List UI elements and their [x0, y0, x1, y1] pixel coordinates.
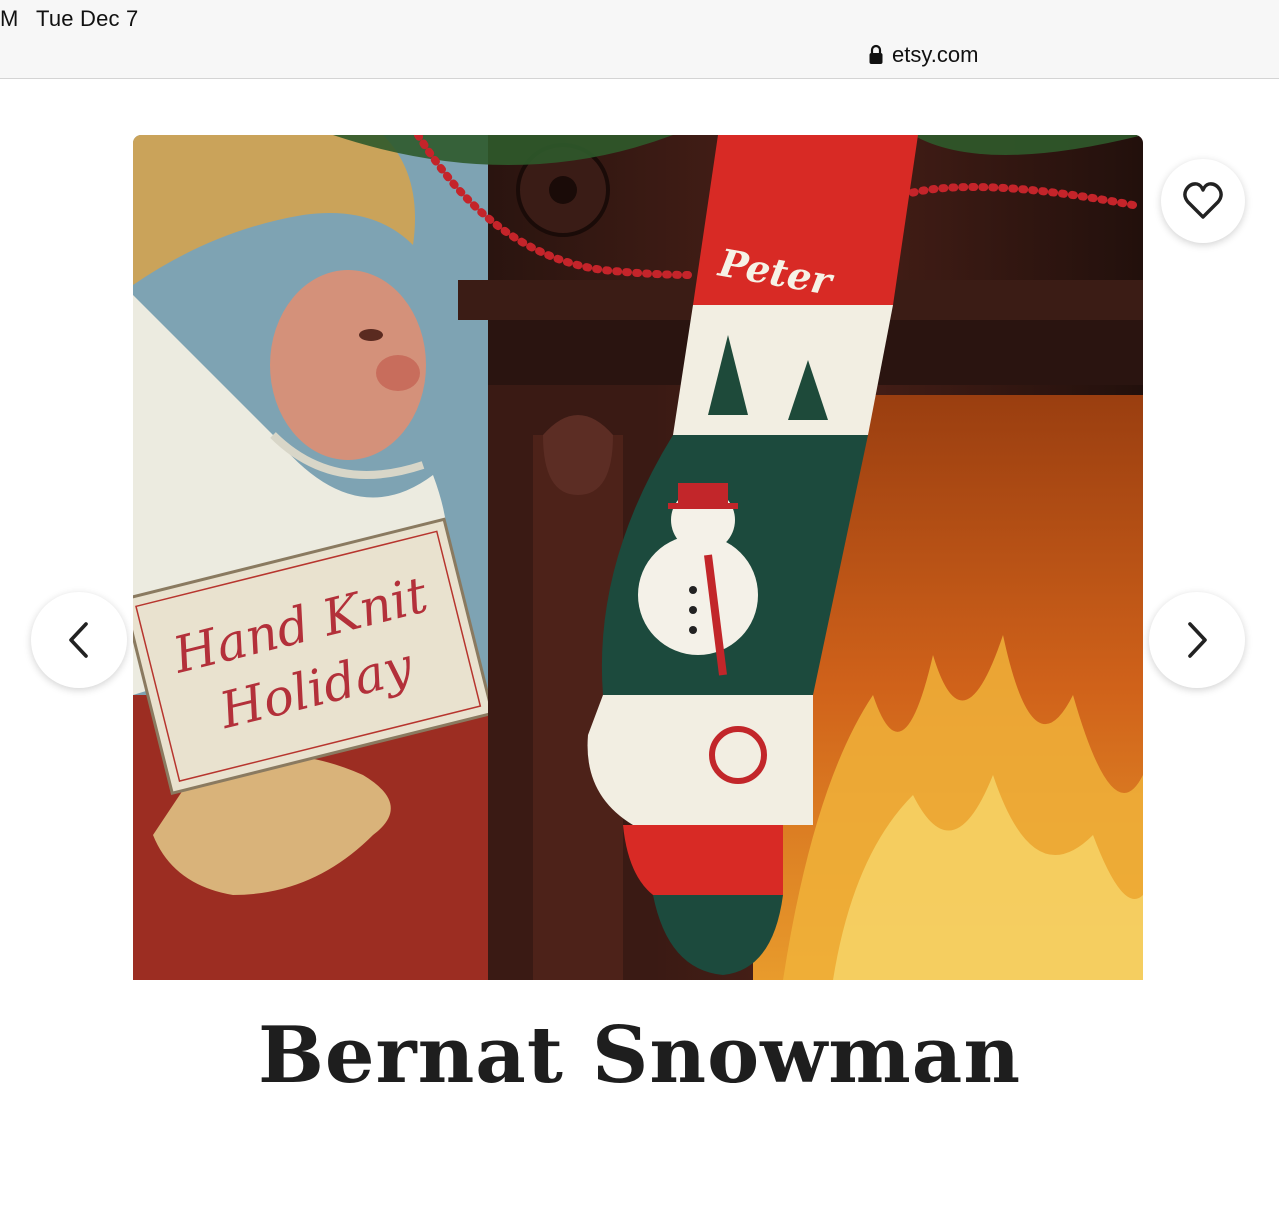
next-image-button[interactable]: [1149, 592, 1245, 688]
status-date: Tue Dec 7: [36, 6, 139, 31]
status-time: M: [0, 6, 19, 31]
chevron-right-icon: [1188, 622, 1207, 658]
lock-icon: [869, 44, 883, 64]
status-bar: M Tue Dec 7 etsy.com: [0, 0, 1279, 79]
listing-caption: Bernat Snowman: [257, 1010, 1022, 1101]
heart-outline-icon: [1183, 182, 1223, 219]
address-bar[interactable]: etsy.com: [868, 40, 978, 70]
previous-image-button[interactable]: [31, 592, 127, 688]
url-text: etsy.com: [892, 42, 979, 67]
listing-image[interactable]: Hand Knit Holiday Peter: [133, 135, 1143, 980]
chevron-left-icon: [69, 622, 88, 658]
santa-postcard: Hand Knit Holiday: [133, 135, 495, 980]
favorite-button[interactable]: [1161, 159, 1245, 243]
